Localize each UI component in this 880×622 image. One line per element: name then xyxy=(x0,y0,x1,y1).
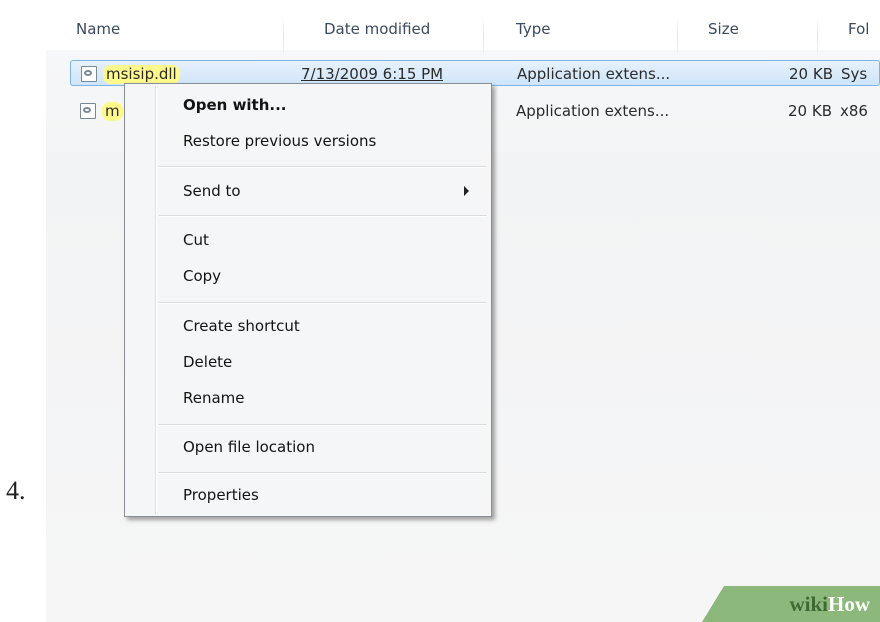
column-divider[interactable] xyxy=(483,16,484,66)
menu-item-restore-previous-versions[interactable]: Restore previous versions xyxy=(127,126,489,156)
menu-item-delete[interactable]: Delete xyxy=(127,347,489,377)
menu-item-create-shortcut[interactable]: Create shortcut xyxy=(127,311,489,341)
dll-file-icon xyxy=(81,66,97,82)
menu-item-send-to[interactable]: Send to xyxy=(127,176,489,206)
file-size: 20 KB xyxy=(788,102,832,120)
wikihow-watermark: wikiHow xyxy=(702,586,880,622)
column-header-folder[interactable]: Fol xyxy=(818,16,880,42)
file-size: 20 KB xyxy=(789,65,833,83)
file-name[interactable]: msisip.dll xyxy=(103,65,180,84)
column-divider[interactable] xyxy=(283,16,284,66)
column-header-label: Size xyxy=(708,20,739,38)
menu-item-rename[interactable]: Rename xyxy=(127,383,489,413)
file-name[interactable]: m xyxy=(102,102,123,121)
menu-separator xyxy=(159,424,487,426)
menu-separator xyxy=(159,472,487,474)
menu-item-open-file-location[interactable]: Open file location xyxy=(127,432,489,462)
menu-separator xyxy=(159,166,487,168)
column-header-label: Name xyxy=(76,20,121,38)
watermark-text-how: How xyxy=(828,592,870,616)
menu-item-cut[interactable]: Cut xyxy=(127,225,489,255)
context-menu: Open with... Restore previous versions S… xyxy=(124,83,492,517)
column-header-size[interactable]: Size xyxy=(678,16,818,66)
step-number: 4. xyxy=(6,476,26,505)
column-header-label: Fol xyxy=(848,20,870,38)
menu-item-properties[interactable]: Properties xyxy=(127,480,489,510)
column-header-type[interactable]: Type xyxy=(486,16,678,66)
submenu-arrow-icon xyxy=(464,186,469,196)
watermark-text-wiki: wiki xyxy=(789,592,828,616)
column-header-label: Type xyxy=(516,20,551,38)
explorer-window: Name Date modified Type Size Fol msisip.… xyxy=(46,0,880,622)
dll-file-icon xyxy=(80,103,96,119)
column-header-row: Name Date modified Type Size Fol xyxy=(46,0,880,66)
column-header-date[interactable]: Date modified xyxy=(294,16,484,66)
menu-separator xyxy=(159,215,487,217)
file-type: Application extens... xyxy=(516,102,670,120)
menu-separator xyxy=(159,302,487,304)
column-header-label: Date modified xyxy=(324,20,431,38)
menu-item-open-with[interactable]: Open with... xyxy=(127,90,489,120)
file-folder: Sys xyxy=(841,65,868,83)
column-header-name[interactable]: Name xyxy=(46,16,284,66)
file-folder: x86 xyxy=(840,102,868,120)
menu-item-label: Send to xyxy=(183,182,241,200)
menu-item-copy[interactable]: Copy xyxy=(127,261,489,291)
file-type: Application extens... xyxy=(517,65,671,83)
